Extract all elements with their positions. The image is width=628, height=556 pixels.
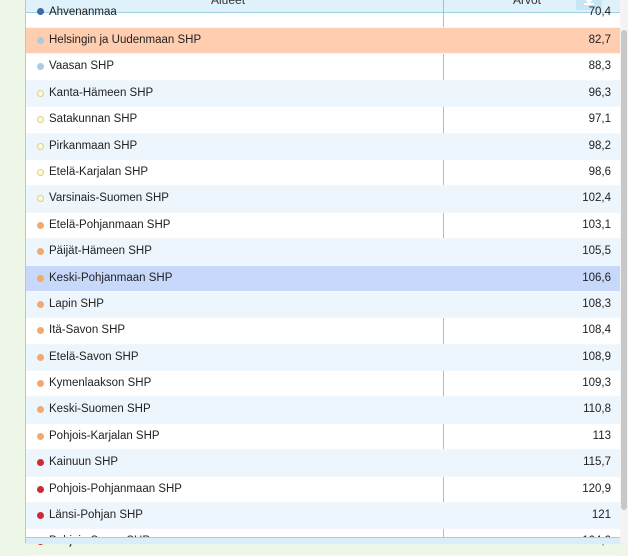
legend-dot-icon — [37, 8, 44, 15]
table-row[interactable]: Kymenlaakson SHP 109,3 — [26, 371, 621, 398]
table-row[interactable]: Lapin SHP 108,3 — [26, 291, 621, 319]
region-value: 105,5 — [582, 245, 611, 258]
region-name: Helsingin ja Uudenmaan SHP — [49, 34, 202, 46]
region-value: 108,3 — [582, 297, 611, 310]
legend-dot-icon — [37, 459, 44, 467]
region-value: 97,1 — [588, 113, 611, 126]
region-value: 106,6 — [582, 271, 611, 284]
legend-dot-icon — [37, 353, 44, 361]
legend-dot-icon — [37, 512, 44, 520]
region-value: 98,2 — [588, 139, 611, 152]
legend-dot-icon — [37, 485, 44, 493]
region-name: Satakunnan SHP — [49, 113, 138, 126]
region-name: Keski-Pohjanmaan SHP — [49, 271, 173, 284]
region-name: Varsinais-Suomen SHP — [49, 192, 169, 205]
legend-dot-icon — [37, 195, 44, 203]
table-row[interactable]: Keski-Pohjanmaan SHP 106,6 — [26, 265, 621, 292]
region-name: Pohjois-Karjalan SHP — [49, 429, 160, 442]
region-value: 98,6 — [588, 165, 611, 178]
table-body: Ahvenanmaa 70,4 Helsingin ja Uudenmaan SHP… — [26, 5, 621, 556]
region-name: Etelä-Pohjanmaan SHP — [49, 218, 171, 231]
table-row[interactable]: Helsingin ja Uudenmaan SHP 82,7 — [26, 28, 621, 55]
table-row[interactable]: Etelä-Pohjanmaan SHP 103,1 — [26, 213, 621, 240]
legend-dot-icon — [37, 300, 44, 308]
table-row[interactable]: Pirkanmaan SHP 98,2 — [26, 133, 621, 160]
legend-dot-icon — [37, 248, 44, 256]
table-row[interactable]: Varsinais-Suomen SHP 102,4 — [26, 186, 621, 213]
region-value: 121 — [591, 509, 611, 522]
region-name: Kymenlaakson SHP — [49, 377, 152, 390]
legend-dot-icon — [37, 168, 44, 176]
legend-dot-icon — [37, 432, 44, 440]
table-row[interactable]: Etelä-Karjalan SHP 98,6 — [26, 160, 621, 187]
region-name: Kanta-Hämeen SHP — [49, 86, 154, 99]
region-value: 113 — [592, 429, 611, 442]
scrollbar-thumb[interactable] — [621, 30, 627, 510]
region-value: 108,9 — [582, 350, 611, 363]
table-row[interactable]: Kanta-Hämeen SHP 96,3 — [26, 80, 621, 108]
legend-dot-icon — [37, 274, 44, 282]
legend-dot-icon — [37, 89, 44, 97]
legend-dot-icon — [37, 116, 44, 124]
legend-dot-icon — [37, 142, 44, 150]
legend-dot-icon — [37, 37, 44, 44]
region-name: Keski-Suomen SHP — [49, 403, 151, 416]
table-row[interactable]: Satakunnan SHP 97,1 — [26, 107, 621, 134]
region-value: 102,4 — [582, 192, 611, 205]
region-name: Etelä-Karjalan SHP — [49, 165, 149, 178]
table-row[interactable]: Ahvenanmaa 70,4 — [26, 5, 621, 28]
legend-dot-icon — [37, 63, 44, 71]
table-row[interactable]: Etelä-Savon SHP 108,9 — [26, 344, 621, 372]
legend-dot-icon — [37, 406, 44, 414]
region-value: 108,4 — [582, 324, 611, 337]
region-name: Länsi-Pohjan SHP — [49, 509, 143, 522]
region-value: 109,3 — [582, 377, 611, 390]
region-value: 115,7 — [583, 456, 611, 469]
region-name: Ahvenanmaa — [49, 6, 117, 18]
table-row[interactable]: Keski-Suomen SHP 110,8 — [26, 397, 621, 424]
region-name: Pohjois-Pohjanmaan SHP — [49, 482, 182, 495]
region-value: 88,3 — [588, 60, 611, 73]
region-name: Lapin SHP — [49, 297, 104, 310]
vertical-scrollbar[interactable] — [620, 0, 628, 543]
table-row[interactable]: Kainuun SHP 115,7 — [26, 450, 621, 477]
table-row[interactable]: Vaasan SHP 88,3 — [26, 54, 621, 81]
region-name: Itä-Savon SHP — [49, 324, 126, 337]
region-value: 120,9 — [582, 482, 611, 495]
region-value: 70,4 — [588, 6, 611, 18]
region-name: Vaasan SHP — [49, 60, 114, 73]
region-value: 110,8 — [583, 403, 611, 416]
region-name: Pirkanmaan SHP — [49, 139, 138, 152]
region-name: Kainuun SHP — [49, 456, 119, 469]
data-table-panel: Alueet Arvot Ahvenanmaa 70,4 Helsingin ja … — [25, 0, 621, 556]
table-row[interactable]: Pohjois-Karjalan SHP 113 — [26, 424, 621, 451]
region-name: Päijät-Hämeen SHP — [49, 245, 152, 258]
table-row[interactable]: Pohjois-Pohjanmaan SHP 120,9 — [26, 477, 621, 504]
region-value: 96,3 — [588, 86, 611, 99]
legend-dot-icon — [37, 327, 44, 335]
table-row[interactable]: Päijät-Hämeen SHP 105,5 — [26, 239, 621, 266]
region-name: Etelä-Savon SHP — [49, 350, 139, 363]
table-row[interactable]: Länsi-Pohjan SHP 121 — [26, 503, 621, 530]
region-value: 103,1 — [582, 218, 611, 231]
legend-dot-icon — [37, 221, 44, 229]
legend-dot-icon — [37, 380, 44, 388]
table-row[interactable]: Itä-Savon SHP 108,4 — [26, 318, 621, 345]
region-value: 82,7 — [588, 34, 611, 46]
